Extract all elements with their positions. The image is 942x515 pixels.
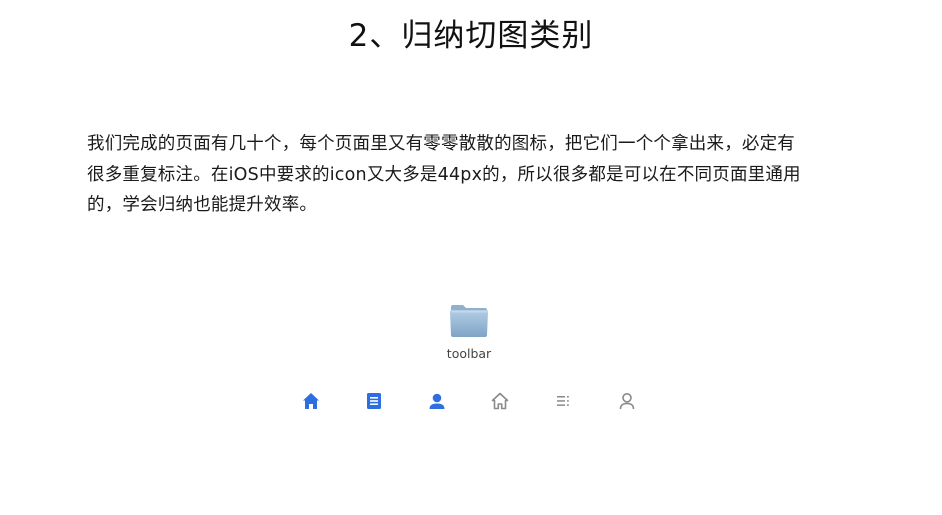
toolbar-icons (0, 390, 942, 414)
home-outline-icon (491, 392, 509, 410)
home-icon (303, 393, 319, 409)
list-icon (367, 393, 381, 409)
page-title: 2、归纳切图类别 (348, 18, 594, 54)
user-outline-icon (619, 393, 635, 410)
body-paragraph: 我们完成的页面有几十个，每个页面里又有零零散散的图标，把它们一个个拿出来，必定有… (87, 129, 899, 221)
paragraph-line: 的，学会归纳也能提升效率。 (87, 195, 318, 215)
folder-caption: toolbar (446, 346, 492, 361)
paragraph-line: 很多重复标注。在iOS中要求的icon又大多是44px的，所以很多都是可以在不同… (87, 164, 801, 185)
user-icon (429, 393, 445, 409)
paragraph-line: 我们完成的页面有几十个，每个页面里又有零零散散的图标，把它们一个个拿出来，必定有 (87, 134, 795, 154)
folder-icon (450, 305, 488, 337)
list-outline-icon (557, 396, 569, 406)
